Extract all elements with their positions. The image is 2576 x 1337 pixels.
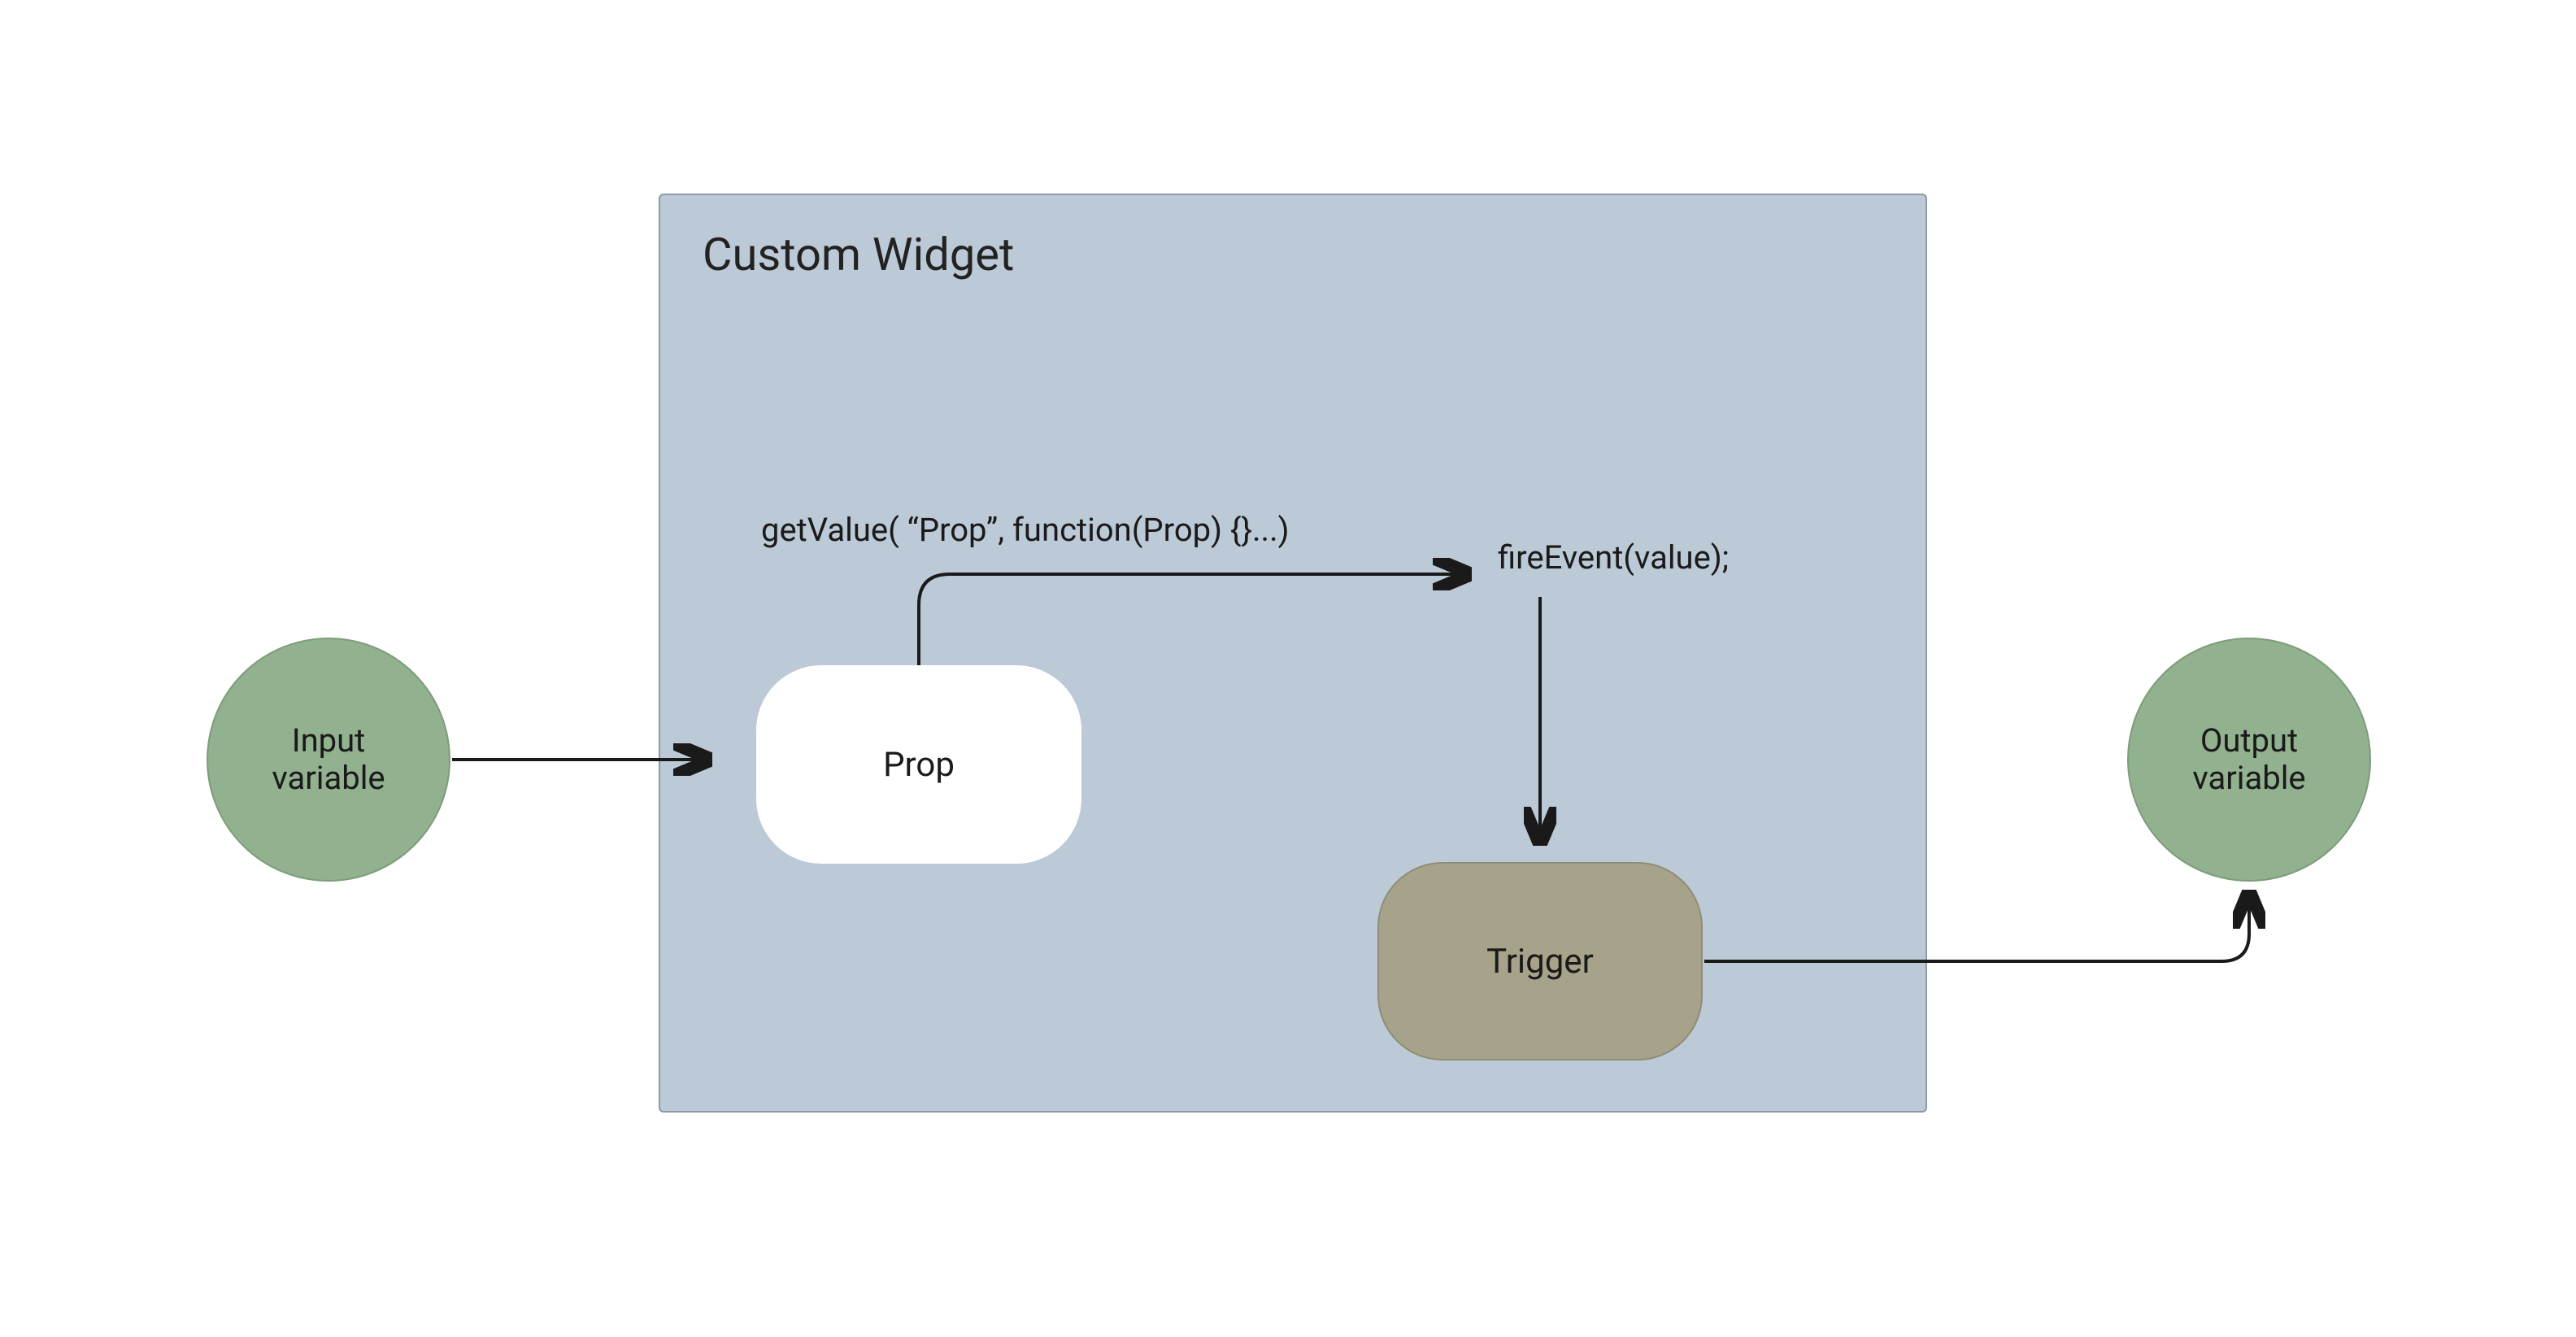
input-variable-node: Input variable	[207, 638, 450, 882]
widget-title: Custom Widget	[703, 228, 1014, 281]
output-variable-label: Output variable	[2192, 722, 2305, 797]
input-variable-label: Input variable	[272, 722, 385, 797]
get-value-label: getValue( “Prop”, function(Prop) {}...)	[761, 511, 1290, 549]
output-variable-node: Output variable	[2127, 638, 2371, 882]
trigger-node: Trigger	[1377, 862, 1703, 1060]
prop-label: Prop	[883, 745, 955, 785]
trigger-label: Trigger	[1486, 942, 1594, 982]
diagram-canvas: Custom Widget Input variable Output vari…	[0, 0, 2576, 1337]
custom-widget-box	[659, 194, 1927, 1113]
fire-event-label: fireEvent(value);	[1498, 538, 1729, 577]
prop-node: Prop	[756, 665, 1081, 864]
